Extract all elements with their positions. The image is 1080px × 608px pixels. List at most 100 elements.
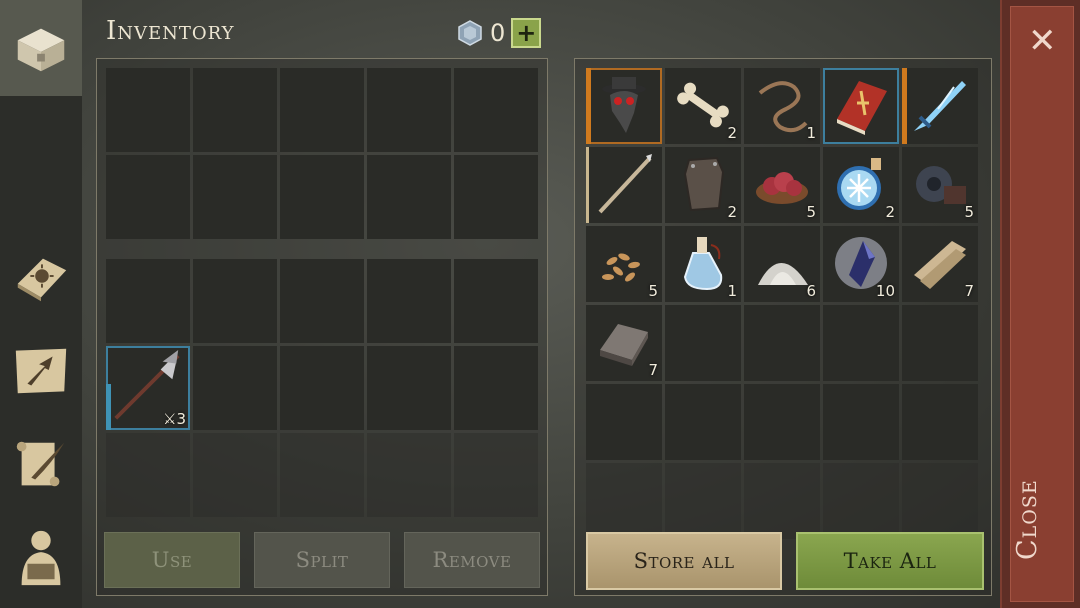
inventory-slot[interactable] — [280, 68, 364, 152]
inventory-slot[interactable] — [106, 259, 190, 343]
inventory-slot[interactable] — [193, 155, 277, 239]
planks-icon — [914, 241, 966, 289]
storage-slot[interactable] — [902, 384, 978, 460]
inventory-slot[interactable] — [367, 259, 451, 343]
storage-slot[interactable] — [902, 463, 978, 539]
storage-slot[interactable] — [665, 384, 741, 460]
storage-slot[interactable]: 7 — [586, 305, 662, 381]
inventory-slot[interactable]: ⚔3 — [106, 346, 190, 430]
storage-slot[interactable]: 6 — [744, 226, 820, 302]
take-all-button[interactable]: Take All — [796, 532, 984, 590]
inventory-slot[interactable] — [454, 155, 538, 239]
meat-bowl-icon — [756, 172, 808, 204]
gem-count: 0 — [490, 19, 506, 47]
leather-plate-icon — [683, 156, 725, 212]
inventory-slot[interactable] — [454, 259, 538, 343]
storage-slot[interactable]: 2 — [823, 147, 899, 223]
sun-book-icon[interactable] — [9, 244, 73, 308]
storage-slot[interactable] — [902, 305, 978, 381]
storage-slot[interactable] — [902, 68, 978, 144]
plague-mask-icon — [602, 77, 646, 133]
frost-potion-icon — [837, 158, 881, 210]
storage-slot[interactable] — [586, 147, 662, 223]
locked-inventory-slot[interactable] — [367, 433, 451, 517]
chest-icon[interactable] — [9, 14, 73, 78]
inventory-slot[interactable] — [280, 346, 364, 430]
storage-slot[interactable] — [744, 305, 820, 381]
item-quantity: 2 — [727, 124, 737, 142]
inventory-slot[interactable] — [454, 68, 538, 152]
item-quantity: 5 — [964, 203, 974, 221]
salt-pile-icon — [758, 263, 808, 285]
inventory-slot[interactable] — [367, 68, 451, 152]
rarity-bar — [586, 147, 589, 223]
storage-slot[interactable]: 5 — [744, 147, 820, 223]
inventory-slot[interactable] — [193, 259, 277, 343]
close-icon[interactable]: ✕ — [1028, 24, 1057, 58]
storage-slot[interactable] — [665, 463, 741, 539]
storage-slot[interactable]: 10 — [823, 226, 899, 302]
storage-slot[interactable]: 7 — [902, 226, 978, 302]
item-quantity: 1 — [727, 282, 737, 300]
use-button[interactable]: Use — [104, 532, 240, 588]
item-quantity: 10 — [875, 282, 895, 300]
storage-slot[interactable] — [823, 305, 899, 381]
rarity-bar — [902, 68, 907, 144]
item-quantity: 7 — [648, 361, 658, 379]
storage-slot[interactable]: 5 — [586, 226, 662, 302]
add-gems-button[interactable]: + — [511, 18, 542, 48]
store-all-button[interactable]: Store all — [586, 532, 782, 590]
item-durability-count: ⚔3 — [163, 410, 186, 428]
storage-slot[interactable]: 5 — [902, 147, 978, 223]
storage-slot[interactable]: 1 — [744, 68, 820, 144]
spear-icon — [598, 154, 652, 214]
storage-slot[interactable] — [744, 463, 820, 539]
storage-slot[interactable] — [586, 463, 662, 539]
item-quantity: 2 — [885, 203, 895, 221]
bone-icon — [677, 82, 729, 128]
storage-slot[interactable]: 2 — [665, 147, 741, 223]
rarity-bar — [586, 68, 591, 144]
storage-grid: 2 1 2 5 2 5 5 1 6 10 7 7 — [586, 68, 978, 539]
inventory-slot[interactable] — [454, 346, 538, 430]
item-quantity: 5 — [806, 203, 816, 221]
locked-inventory-slot[interactable] — [193, 433, 277, 517]
storage-slot[interactable] — [586, 68, 662, 144]
character-backpack-icon[interactable] — [9, 524, 73, 588]
gear-parts-icon — [916, 166, 966, 204]
item-quantity: 7 — [964, 282, 974, 300]
rope-icon — [758, 81, 808, 133]
seeds-icon — [602, 253, 640, 282]
gem-icon — [458, 20, 482, 46]
remove-button[interactable]: Remove — [404, 532, 540, 588]
split-button[interactable]: Split — [254, 532, 390, 588]
locked-inventory-slot[interactable] — [454, 433, 538, 517]
inventory-slot[interactable] — [106, 155, 190, 239]
inventory-slot[interactable] — [280, 259, 364, 343]
storage-slot[interactable] — [823, 384, 899, 460]
storage-slot[interactable] — [586, 384, 662, 460]
close-panel[interactable]: ✕ Close — [1000, 0, 1080, 608]
inventory-slot[interactable] — [280, 155, 364, 239]
storage-slot[interactable]: 2 — [665, 68, 741, 144]
inventory-slot[interactable] — [367, 155, 451, 239]
iron-ingot-icon — [600, 324, 648, 366]
scroll-quill-icon[interactable] — [9, 432, 73, 496]
locked-inventory-slot[interactable] — [106, 433, 190, 517]
map-arrow-icon[interactable] — [9, 338, 73, 402]
inventory-slot[interactable] — [106, 68, 190, 152]
inventory-slot[interactable] — [193, 346, 277, 430]
storage-slot[interactable] — [665, 305, 741, 381]
red-book-icon — [837, 81, 887, 135]
close-label[interactable]: Close — [1012, 479, 1043, 560]
storage-slot[interactable] — [823, 463, 899, 539]
storage-slot[interactable] — [744, 384, 820, 460]
ice-sword-icon — [914, 81, 966, 131]
inventory-slot[interactable] — [367, 346, 451, 430]
storage-slot[interactable] — [823, 68, 899, 144]
item-quantity: 2 — [727, 203, 737, 221]
inventory-title: Inventory — [106, 16, 235, 46]
locked-inventory-slot[interactable] — [280, 433, 364, 517]
inventory-slot[interactable] — [193, 68, 277, 152]
storage-slot[interactable]: 1 — [665, 226, 741, 302]
